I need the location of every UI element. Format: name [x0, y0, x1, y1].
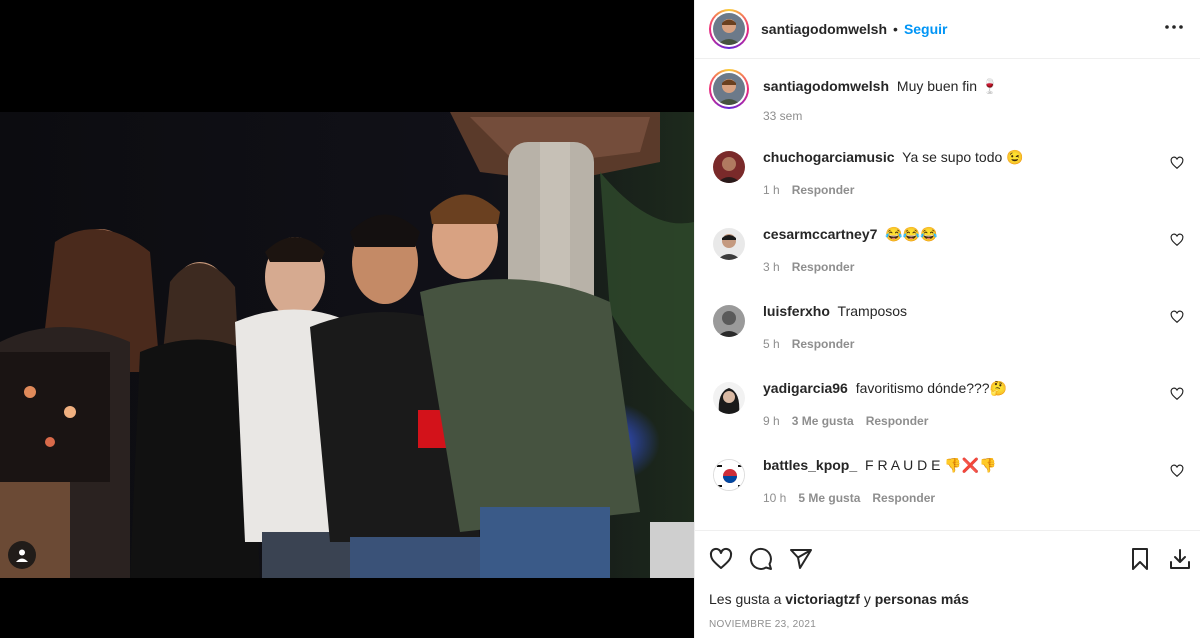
- comment-time[interactable]: 3 h: [763, 260, 780, 274]
- heart-icon[interactable]: [709, 547, 733, 571]
- likes-summary: Les gusta a victoriagtzf y personas más: [709, 591, 1192, 607]
- author-avatar[interactable]: [709, 9, 749, 49]
- likes-mid: y: [863, 591, 871, 607]
- post-header: santiagodomwelsh • Seguir: [695, 0, 1200, 59]
- post-actions: Les gusta a victoriagtzf y personas más …: [695, 530, 1200, 638]
- separator-dot: •: [893, 21, 898, 37]
- comment-like-heart-icon[interactable]: [1170, 387, 1184, 401]
- comment-avatar[interactable]: [713, 382, 745, 414]
- comment-like-heart-icon[interactable]: [1170, 310, 1184, 324]
- reply-button[interactable]: Responder: [792, 260, 855, 274]
- download-icon[interactable]: [1168, 547, 1192, 571]
- follow-button[interactable]: Seguir: [904, 21, 948, 37]
- comment-avatar[interactable]: [713, 151, 745, 183]
- reply-button[interactable]: Responder: [792, 337, 855, 351]
- comment-username[interactable]: luisferxho: [763, 303, 830, 319]
- liked-by-user[interactable]: victoriagtzf: [785, 591, 860, 607]
- comment-likes-count[interactable]: 3 Me gusta: [792, 414, 854, 428]
- comment-time[interactable]: 5 h: [763, 337, 780, 351]
- comment-avatar[interactable]: [713, 305, 745, 337]
- comment-text: 😂😂😂: [885, 226, 938, 242]
- action-icons: [709, 533, 1192, 585]
- comment-text: favoritismo dónde???🤔: [855, 380, 1008, 396]
- comment-username[interactable]: chuchogarciamusic: [763, 149, 895, 165]
- comment-username[interactable]: yadigarcia96: [763, 380, 848, 396]
- comments-list[interactable]: santiagodomwelsh Muy buen fin 🍷 33 sem c…: [695, 59, 1200, 530]
- comment-item: battles_kpop_ F R A U D E 👎❌👎 10 h 5 Me …: [709, 456, 1184, 530]
- reply-button[interactable]: Responder: [872, 491, 935, 505]
- comment-time[interactable]: 10 h: [763, 491, 786, 505]
- comment-time[interactable]: 9 h: [763, 414, 780, 428]
- caption-avatar[interactable]: [709, 69, 749, 109]
- reply-button[interactable]: Responder: [792, 183, 855, 197]
- bookmark-icon[interactable]: [1128, 547, 1152, 571]
- comment-like-heart-icon[interactable]: [1170, 464, 1184, 478]
- caption-time[interactable]: 33 sem: [763, 109, 802, 123]
- comment-like-heart-icon[interactable]: [1170, 156, 1184, 170]
- comment-like-heart-icon[interactable]: [1170, 233, 1184, 247]
- reply-button[interactable]: Responder: [866, 414, 929, 428]
- user-tag-icon: [16, 549, 28, 562]
- likes-prefix: Les gusta a: [709, 591, 782, 607]
- comment-item: luisferxho Tramposos 5 h Responder: [709, 302, 1184, 379]
- post-side-panel: santiagodomwelsh • Seguir santiagodomwel…: [694, 0, 1200, 638]
- comment-item: yadigarcia96 favoritismo dónde???🤔 9 h 3…: [709, 379, 1184, 456]
- post-media: [0, 0, 694, 638]
- likes-others-link[interactable]: personas más: [875, 591, 969, 607]
- share-icon[interactable]: [789, 547, 813, 571]
- user-tag-button[interactable]: [8, 541, 36, 569]
- author-username[interactable]: santiagodomwelsh: [761, 21, 887, 37]
- comment-time[interactable]: 1 h: [763, 183, 780, 197]
- comment-text: Tramposos: [837, 303, 908, 319]
- caption-username[interactable]: santiagodomwelsh: [763, 78, 889, 94]
- post-viewer: santiagodomwelsh • Seguir santiagodomwel…: [0, 0, 1200, 638]
- comment-icon[interactable]: [749, 547, 773, 571]
- comment-text: F R A U D E 👎❌👎: [865, 457, 997, 473]
- comment-likes-count[interactable]: 5 Me gusta: [798, 491, 860, 505]
- comment-avatar[interactable]: [713, 228, 745, 260]
- more-options-icon[interactable]: [1164, 17, 1184, 42]
- comment-avatar[interactable]: [713, 459, 745, 491]
- comment-username[interactable]: battles_kpop_: [763, 457, 857, 473]
- comment-item: cesarmccartney7 😂😂😂 3 h Responder: [709, 225, 1184, 302]
- comment-text: Ya se supo todo 😉: [902, 149, 1024, 165]
- post-photo[interactable]: [0, 112, 694, 578]
- caption-text: Muy buen fin 🍷: [896, 78, 999, 94]
- comment-item: chuchogarciamusic Ya se supo todo 😉 1 h …: [709, 148, 1184, 225]
- comment-username[interactable]: cesarmccartney7: [763, 226, 877, 242]
- caption-row: santiagodomwelsh Muy buen fin 🍷 33 sem: [709, 69, 1184, 148]
- post-date[interactable]: NOVIEMBRE 23, 2021: [709, 619, 1192, 630]
